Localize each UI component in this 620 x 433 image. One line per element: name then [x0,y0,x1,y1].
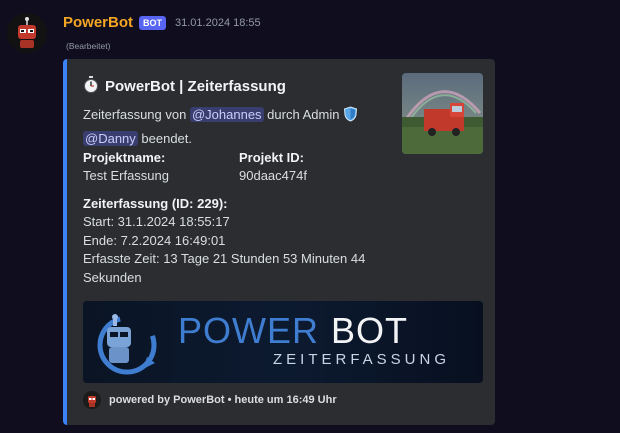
bot-badge: BOT [139,15,167,30]
bot-avatar[interactable] [7,13,47,53]
description-prefix: Zeiterfassung von [83,107,187,122]
field-value: Test Erfassung [83,168,169,183]
footer-time: heute um 16:49 Uhr [234,394,337,406]
banner-title: POWER BOT [178,310,408,351]
mention-johannes[interactable]: @Johannes [189,107,264,122]
duration: Erfasste Zeit: 13 Tage 21 Stunden 53 Min… [83,251,366,285]
field-project-id: Projekt ID: 90daac474f [239,149,307,185]
author-name[interactable]: PowerBot [63,14,133,31]
embed: PowerBot | Zeiterfassung Zeiterfassung v… [63,59,495,425]
edited-label: (Bearbeitet) [66,41,111,51]
shield-icon [343,106,358,128]
embed-footer: powered by PowerBot • heute um 16:49 Uhr [83,391,337,409]
description-middle: durch Admin [267,107,340,122]
field-time-tracking: Zeiterfassung (ID: 229): Start: 31.1.202… [83,195,383,287]
embed-description: Zeiterfassung von @Johannes durch Admin … [83,104,383,149]
embed-banner-image[interactable]: POWER BOT ZEITERFASSUNG [83,301,483,383]
field-project-name: Projektname: Test Erfassung [83,149,169,185]
start-time: Start: 31.1.2024 18:55:17 [83,214,230,229]
description-suffix: beendet. [141,131,193,146]
message-timestamp[interactable]: 31.01.2024 18:55 [175,17,261,29]
stopwatch-icon [83,76,99,97]
footer-bot-icon [83,391,101,409]
end-time: Ende: 7.2.2024 16:49:01 [83,232,226,248]
footer-separator: • [227,394,232,406]
embed-title-text: PowerBot | Zeiterfassung [105,78,286,95]
field-value: 90daac474f [239,168,307,183]
footer-powered-by: powered by PowerBot [109,394,225,406]
message-header: PowerBot BOT 31.01.2024 18:55 [63,14,261,31]
field-label: Zeiterfassung (ID: 229): [83,196,228,211]
field-label: Projekt ID: [239,150,305,165]
embed-title: PowerBot | Zeiterfassung [83,76,286,97]
field-label: Projektname: [83,150,166,165]
footer-text: powered by PowerBot • heute um 16:49 Uhr [109,394,337,406]
banner-subtitle: ZEITERFASSUNG [273,351,450,368]
embed-thumbnail[interactable] [402,73,483,154]
mention-danny[interactable]: @Danny [83,131,138,146]
